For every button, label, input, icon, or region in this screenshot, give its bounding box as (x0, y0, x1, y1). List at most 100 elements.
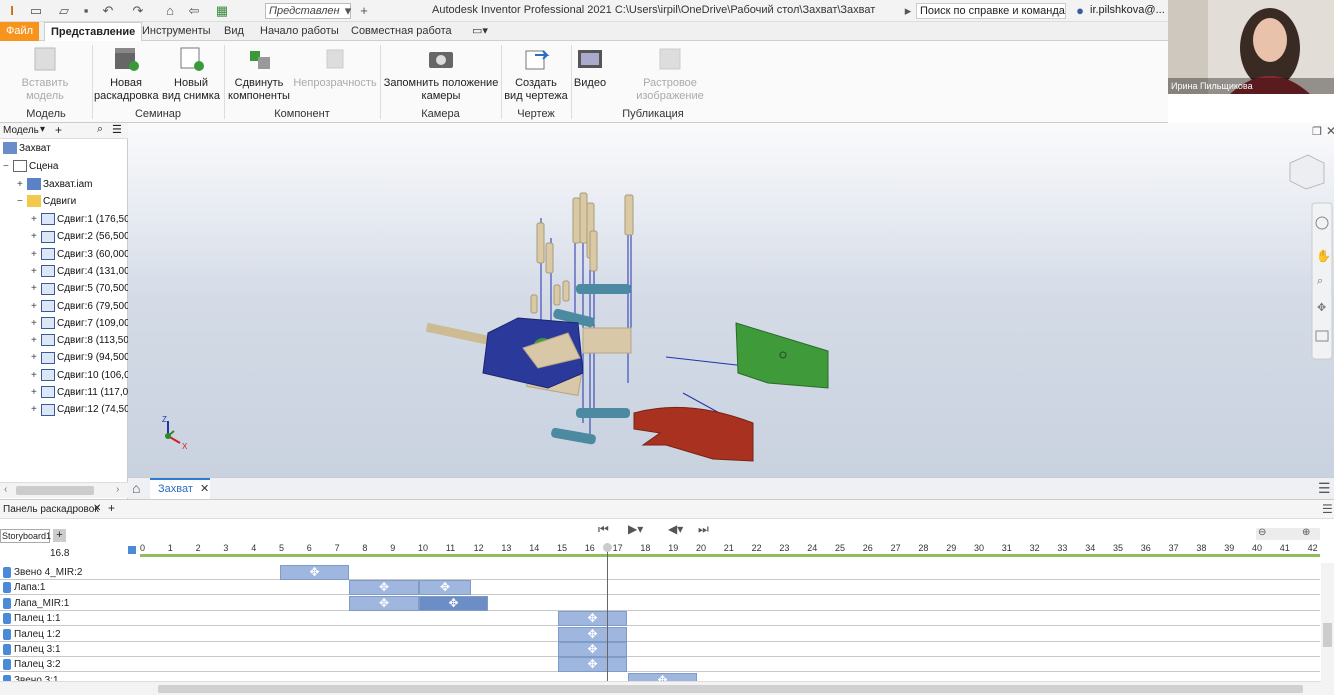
zoom-in-icon[interactable]: ⊕ (1302, 527, 1310, 538)
track-row[interactable]: Звено 4_MIR:2 (0, 565, 1320, 580)
track-row[interactable]: Палец 3:1 (0, 642, 1320, 657)
expand-icon[interactable]: + (31, 247, 41, 263)
return-icon[interactable]: ⇦ (186, 3, 202, 19)
opacity-button[interactable]: Непрозрачность (292, 45, 378, 90)
add-storyboard-icon[interactable]: + (53, 529, 66, 542)
undo-icon[interactable]: ↶ (100, 3, 116, 19)
add-icon[interactable]: + (108, 501, 115, 515)
go-end-icon[interactable]: ⏭ (698, 522, 709, 537)
tweak-components-button[interactable]: Сдвинуть компоненты (226, 45, 292, 103)
help-search-input[interactable]: Поиск по справке и командам (916, 3, 1066, 19)
action-bar[interactable]: ✥ (280, 565, 349, 580)
timeline-vscrollbar[interactable] (1321, 563, 1334, 683)
doc-tab[interactable]: Захват ✕ (150, 478, 210, 499)
expand-icon[interactable]: + (31, 333, 41, 349)
search-icon[interactable]: ⌕ (97, 123, 103, 136)
tab-getting-started[interactable]: Начало работы (254, 22, 345, 41)
expand-icon[interactable]: + (31, 368, 41, 384)
add-tab-icon[interactable]: + (55, 123, 62, 137)
expand-icon[interactable]: + (31, 281, 41, 297)
new-snapshot-button[interactable]: Новый вид снимка (160, 45, 222, 103)
graphics-viewport[interactable]: Z X ✋ ⌕ ✥ ❐ ✕ (128, 123, 1334, 477)
zoom-out-icon[interactable]: ⊖ (1258, 527, 1266, 538)
tree-root[interactable]: Захват (3, 141, 51, 157)
new-file-icon[interactable]: ▭ (28, 3, 44, 19)
close-icon[interactable]: ✕ (200, 483, 209, 495)
tab-presentation[interactable]: Представление (44, 22, 143, 41)
action-bar[interactable]: ✥ (558, 611, 627, 627)
action-bar[interactable]: ✥ (349, 595, 419, 611)
create-drawing-view-button[interactable]: Создать вид чертежа (503, 45, 569, 103)
expand-icon[interactable]: + (31, 264, 41, 280)
tree-tweak-item[interactable]: + Сдвиг:5 (70,500 (31, 281, 130, 297)
new-storyboard-button[interactable]: Новая раскадровка (94, 45, 159, 103)
track-row[interactable]: Лапа_MIR:1 (0, 596, 1320, 611)
insert-model-button[interactable]: Вставить модель (2, 45, 88, 103)
tree-tweaks-folder[interactable]: − Сдвиги (17, 194, 76, 210)
timeline-scrollbar[interactable] (0, 681, 1334, 695)
video-button[interactable]: Видео (573, 45, 607, 90)
tree-tweak-item[interactable]: + Сдвиг:6 (79,500 (31, 299, 130, 315)
action-bar[interactable]: ✥ (419, 595, 488, 611)
menu-icon[interactable]: ☰ (112, 123, 122, 136)
redo-icon[interactable]: ↷ (130, 3, 146, 19)
restore-icon[interactable]: ❐ (1312, 125, 1322, 138)
tree-tweak-item[interactable]: + Сдвиг:8 (113,50 (31, 333, 129, 349)
action-bar[interactable]: ✥ (558, 642, 627, 657)
expand-icon[interactable]: + (17, 177, 27, 193)
expand-icon[interactable]: + (31, 212, 41, 228)
save-icon[interactable]: ▪ (78, 3, 94, 19)
close-icon[interactable]: ✕ (1326, 124, 1334, 138)
action-bar[interactable]: ✥ (419, 580, 471, 596)
user-name[interactable]: ir.pilshkova@... (1090, 4, 1165, 16)
action-bar[interactable]: ✥ (558, 626, 627, 642)
menu-icon[interactable]: ☰ (1322, 502, 1333, 516)
browser-title[interactable]: Модель (3, 125, 39, 136)
expand-icon[interactable]: + (31, 316, 41, 332)
tree-tweak-item[interactable]: + Сдвиг:11 (117,0 (31, 385, 128, 401)
action-bar[interactable]: ✥ (558, 657, 627, 673)
tree-tweak-item[interactable]: + Сдвиг:7 (109,00 (31, 316, 130, 332)
tree-tweak-item[interactable]: + Сдвиг:10 (106,0 (31, 368, 130, 384)
expand-icon[interactable]: + (31, 385, 41, 401)
track-row[interactable]: Палец 1:2 (0, 627, 1320, 642)
tree-tweak-item[interactable]: + Сдвиг:2 (56,500 (31, 229, 130, 245)
play-icon[interactable]: ▶▾ (628, 522, 643, 536)
tab-view[interactable]: Вид (218, 22, 250, 41)
tab-file[interactable]: Файл (0, 22, 40, 41)
storyboard-tab[interactable]: Storyboard1 (0, 529, 51, 543)
home-icon[interactable]: ⌂ (132, 480, 140, 496)
track-row[interactable]: Палец 1:1 (0, 611, 1320, 627)
view-preset-select[interactable]: Представлен (265, 3, 351, 19)
go-start-icon[interactable]: ⏮ (598, 522, 609, 537)
tree-tweak-item[interactable]: + Сдвиг:3 (60,000 (31, 247, 130, 263)
user-icon[interactable]: ● (1072, 3, 1088, 19)
chevron-down-icon[interactable]: ▾ (40, 124, 45, 135)
tab-collaborate[interactable]: Совместная работа (345, 22, 458, 41)
tree-tweak-item[interactable]: + Сдвиг:12 (74,50 (31, 402, 130, 418)
home-icon[interactable]: ⌂ (162, 3, 178, 19)
chevron-down-icon[interactable]: ▾ (340, 3, 356, 19)
tree-tweak-item[interactable]: + Сдвиг:1 (176,50 (31, 212, 130, 228)
tab-tools[interactable]: Инструменты (136, 22, 217, 41)
assembly-scene[interactable]: Z X ✋ ⌕ ✥ (128, 123, 1334, 477)
scroll-right-icon[interactable]: › (116, 484, 119, 495)
scroll-thumb[interactable] (16, 486, 94, 495)
playhead[interactable] (607, 543, 608, 681)
tree-assembly[interactable]: + Захват.iam (17, 177, 93, 193)
collapse-icon[interactable]: − (17, 194, 27, 210)
tree-tweak-item[interactable]: + Сдвиг:9 (94,500 (31, 350, 130, 366)
play-reverse-icon[interactable]: ◀▾ (668, 522, 683, 536)
capture-camera-button[interactable]: Запомнить положение камеры (382, 45, 500, 103)
collapse-icon[interactable]: − (3, 159, 13, 175)
browser-scrollbar[interactable]: ‹ › (0, 482, 128, 498)
expand-icon[interactable]: + (31, 229, 41, 245)
track-row[interactable]: Лапа:1 (0, 580, 1320, 596)
scroll-left-icon[interactable]: ‹ (4, 484, 7, 495)
expand-icon[interactable]: + (31, 402, 41, 418)
open-folder-icon[interactable]: ▱ (56, 3, 72, 19)
tree-scene[interactable]: − Сцена (3, 159, 58, 175)
playhead-handle[interactable] (603, 543, 612, 552)
raster-image-button[interactable]: Растровое изображение (608, 45, 732, 103)
plus-icon[interactable]: + (356, 3, 372, 19)
